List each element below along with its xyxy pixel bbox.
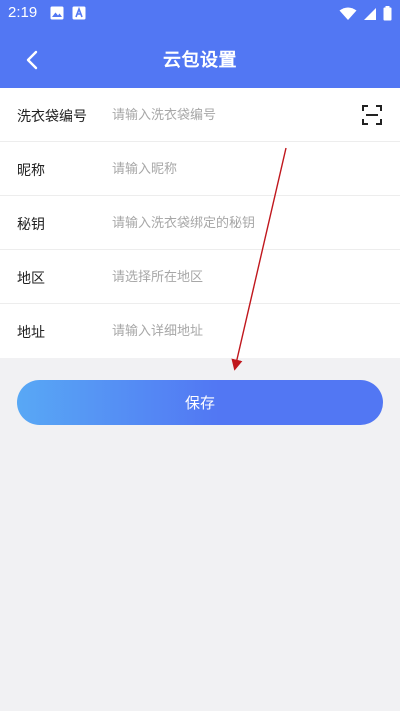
battery-icon [383, 6, 392, 21]
form-row-address: 地址 [0, 304, 400, 358]
form-row-region: 地区 [0, 250, 400, 304]
bag-number-input[interactable] [112, 100, 342, 130]
address-input[interactable] [112, 316, 342, 346]
wifi-icon [339, 7, 357, 20]
region-label: 地区 [17, 271, 45, 287]
gallery-icon [50, 6, 64, 20]
status-left-icons [50, 6, 86, 20]
signal-icon [364, 7, 376, 20]
form-row-bag-number: 洗衣袋编号 [0, 88, 400, 142]
scan-icon[interactable] [362, 105, 382, 125]
page-title: 云包设置 [163, 50, 237, 71]
status-time: 2:19 [8, 4, 38, 21]
form-row-nickname: 昵称 [0, 142, 400, 196]
nickname-label: 昵称 [17, 163, 45, 179]
font-icon [72, 6, 86, 20]
save-button[interactable]: 保存 [17, 380, 383, 425]
secret-key-label: 秘钥 [17, 217, 45, 233]
secret-key-input[interactable] [112, 208, 342, 238]
region-select[interactable] [112, 262, 342, 292]
status-bar: 2:19 [0, 0, 400, 28]
status-right-icons [339, 6, 392, 21]
settings-form: 洗衣袋编号 昵称 秘钥 地区 地址 [0, 88, 400, 358]
address-label: 地址 [17, 325, 45, 341]
app-bar: 云包设置 [0, 28, 400, 88]
bag-number-label: 洗衣袋编号 [17, 109, 87, 125]
nickname-input[interactable] [112, 154, 342, 184]
form-row-secret-key: 秘钥 [0, 196, 400, 250]
